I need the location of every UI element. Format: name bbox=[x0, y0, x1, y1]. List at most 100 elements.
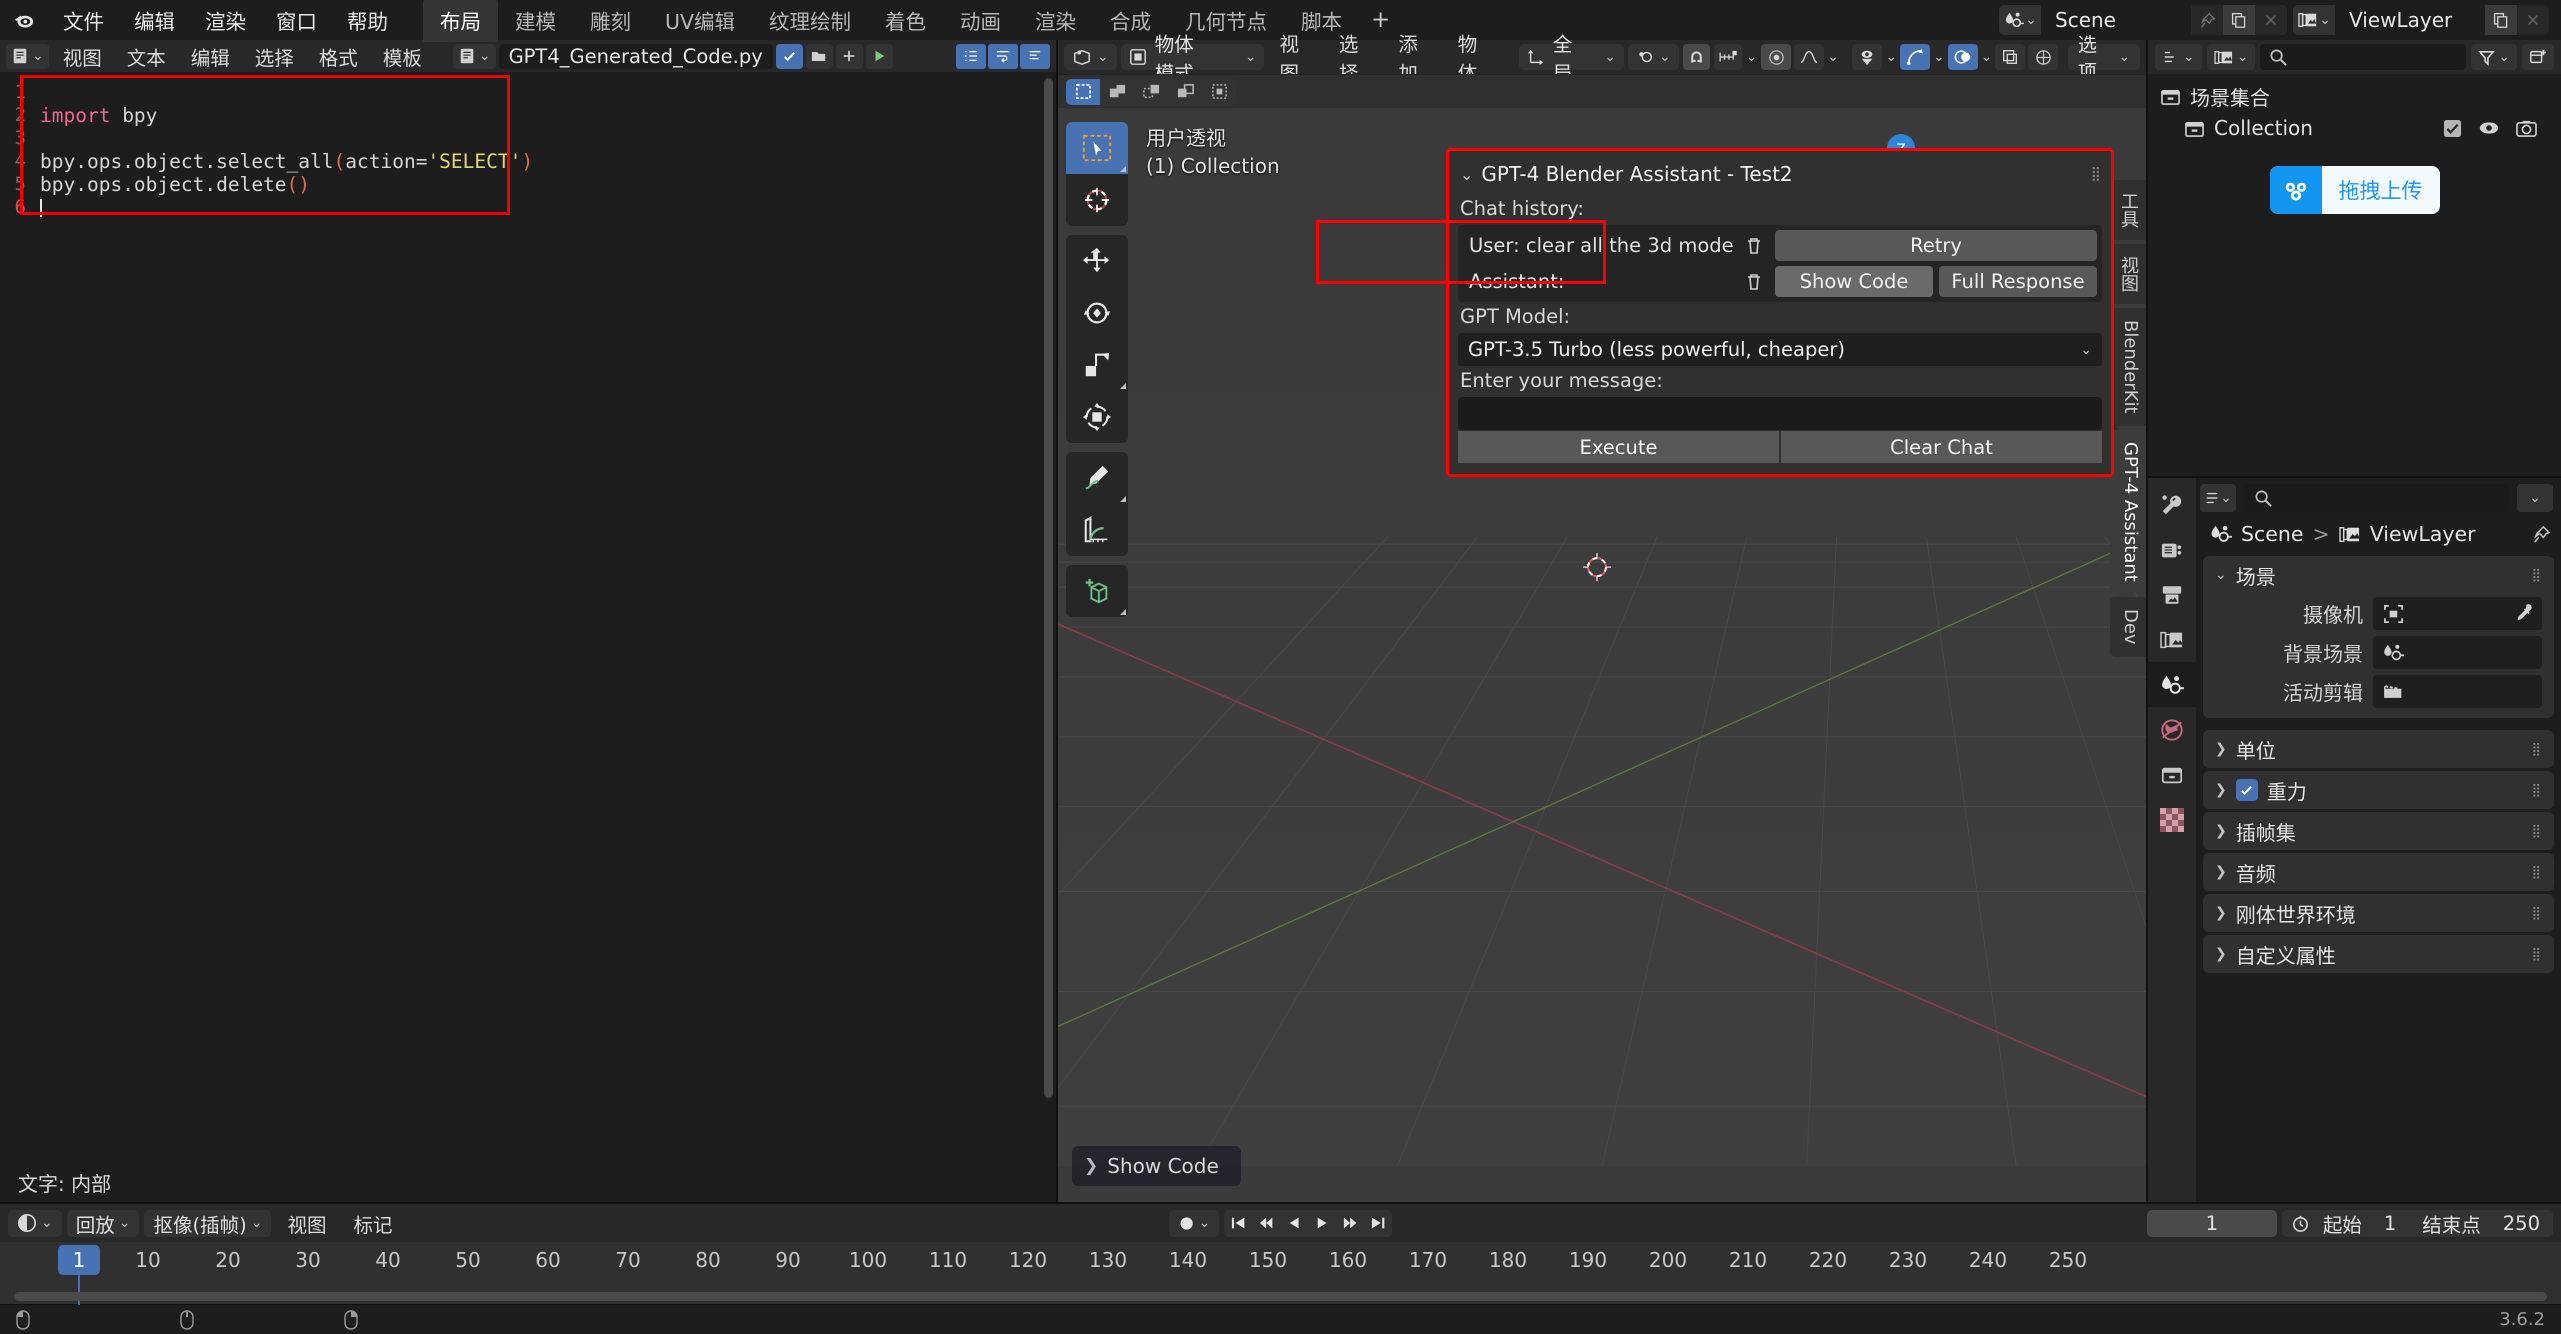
trash-icon[interactable] bbox=[1739, 272, 1769, 292]
text-menu-text[interactable]: 文本 bbox=[116, 39, 177, 74]
scene-data-icon[interactable]: ⌄ bbox=[1999, 5, 2041, 35]
add-cube-tool[interactable] bbox=[1066, 565, 1128, 617]
custom-properties-panel[interactable]: ❯ 自定义属性 ⣿ bbox=[2203, 935, 2554, 973]
menu-window[interactable]: 窗口 bbox=[261, 0, 332, 40]
grip-dots-icon[interactable]: ⣿ bbox=[2531, 906, 2542, 921]
transform-tool[interactable] bbox=[1066, 391, 1128, 443]
duplicate-icon[interactable] bbox=[2223, 5, 2255, 35]
scale-tool[interactable] bbox=[1066, 339, 1128, 391]
new-collection-icon[interactable] bbox=[2522, 44, 2554, 70]
pin-icon[interactable] bbox=[2532, 525, 2551, 544]
full-response-button[interactable]: Full Response bbox=[1939, 266, 2097, 297]
eye-icon[interactable] bbox=[2478, 120, 2500, 136]
select-invert-icon[interactable] bbox=[1168, 79, 1202, 105]
scene-name[interactable]: Scene bbox=[2041, 5, 2191, 35]
text-menu-edit[interactable]: 编辑 bbox=[180, 39, 241, 74]
view-layer-icon[interactable]: ⌄ bbox=[2293, 5, 2335, 35]
grip-dots-icon[interactable]: ⣿ bbox=[2531, 783, 2542, 798]
prev-keyframe-icon[interactable] bbox=[1252, 1210, 1280, 1237]
word-wrap-icon[interactable] bbox=[988, 43, 1018, 69]
timeline-ruler[interactable]: 1 10 20 30 40 50 60 70 80 90 100 110 120… bbox=[0, 1242, 2561, 1305]
gpt-panel-title-row[interactable]: ⌄ GPT-4 Blender Assistant - Test2 ⣿ bbox=[1458, 160, 2102, 194]
breadcrumb-viewlayer[interactable]: ViewLayer bbox=[2370, 522, 2476, 546]
select-box-icon[interactable] bbox=[1066, 78, 1100, 105]
interaction-mode-selector[interactable]: 物体模式 ⌄ bbox=[1120, 33, 1265, 85]
proportional-edit-icon[interactable] bbox=[1761, 44, 1792, 70]
syntax-highlight-icon[interactable] bbox=[1020, 43, 1050, 69]
editor-vertical-scrollbar[interactable] bbox=[1044, 78, 1053, 1098]
rotate-tool[interactable] bbox=[1066, 287, 1128, 339]
select-subtract-icon[interactable] bbox=[1134, 79, 1168, 105]
transform-orientation-selector[interactable]: 全局 ⌄ bbox=[1518, 33, 1624, 85]
outliner-display-icon[interactable]: ⌄ bbox=[2155, 44, 2202, 70]
retry-button[interactable]: Retry bbox=[1775, 230, 2097, 261]
workspace-tab-sculpting[interactable]: 雕刻 bbox=[573, 0, 648, 42]
select-extend-icon[interactable] bbox=[1100, 79, 1134, 105]
viewport-canvas[interactable]: 用户透视 (1) Collection Z Y X bbox=[1058, 108, 2146, 1202]
properties-search-input[interactable] bbox=[2244, 484, 2509, 512]
transform-orientation-icon[interactable] bbox=[1519, 44, 1553, 70]
gravity-panel-header[interactable]: ❯ 重力 ⣿ bbox=[2203, 771, 2554, 809]
code-text[interactable]: import bpy bpy.ops.object.select_all(act… bbox=[30, 72, 1056, 1162]
workspace-tab-modeling[interactable]: 建模 bbox=[498, 0, 573, 42]
chevron-down-icon[interactable]: ⌄ bbox=[1460, 165, 1473, 184]
outliner-row-scene-collection[interactable]: 场景集合 bbox=[2148, 80, 2561, 112]
gizmo-icon[interactable] bbox=[1900, 44, 1930, 70]
clear-chat-button[interactable]: Clear Chat bbox=[1781, 431, 2102, 463]
next-keyframe-icon[interactable] bbox=[1336, 1210, 1364, 1237]
grip-dots-icon[interactable]: ⣿ bbox=[2531, 824, 2542, 839]
pivot-point-icon[interactable]: ⌄ bbox=[1628, 44, 1679, 70]
sidebar-tab-tool[interactable]: 工具 bbox=[2110, 180, 2146, 240]
text-datablock-icon[interactable]: ⌄ bbox=[452, 43, 496, 69]
magnet-icon[interactable] bbox=[1682, 44, 1711, 70]
rigid-body-world-panel[interactable]: ❯ 刚体世界环境 ⣿ bbox=[2203, 894, 2554, 932]
editor-type-selector[interactable]: ⌄ bbox=[1064, 44, 1117, 70]
baidu-upload-button[interactable]: 拖拽上传 bbox=[2269, 166, 2440, 214]
keying-sets-panel-header[interactable]: ❯ 插帧集 ⣿ bbox=[2203, 812, 2554, 850]
properties-options-button[interactable]: ⌄ bbox=[2517, 484, 2553, 512]
pin-icon[interactable] bbox=[2191, 5, 2223, 35]
sidebar-tab-blenderkit[interactable]: BlenderKit bbox=[2110, 308, 2146, 426]
jump-start-icon[interactable] bbox=[1224, 1210, 1252, 1237]
trash-icon[interactable] bbox=[1739, 236, 1769, 256]
grip-dots-icon[interactable]: ⣿ bbox=[2531, 568, 2542, 583]
snap-increment-icon[interactable] bbox=[1714, 44, 1742, 70]
workspace-tab-rendering[interactable]: 渲染 bbox=[1018, 0, 1093, 42]
object-mode-icon[interactable] bbox=[1121, 44, 1155, 70]
execute-button[interactable]: Execute bbox=[1458, 431, 1779, 463]
scene-selector[interactable]: ⌄ Scene bbox=[1999, 5, 2287, 35]
text-menu-templates[interactable]: 模板 bbox=[372, 39, 433, 74]
show-code-panel[interactable]: ❯ Show Code bbox=[1072, 1146, 1241, 1186]
workspace-tab-uv-editing[interactable]: UV编辑 bbox=[648, 0, 752, 42]
viewlayer-selector[interactable]: ⌄ ViewLayer bbox=[2293, 5, 2549, 35]
view-layer-icon[interactable]: ⌄ bbox=[2206, 44, 2256, 70]
properties-tab-render[interactable] bbox=[2148, 527, 2196, 572]
pivot-point-selector[interactable]: ⌄ bbox=[1627, 44, 1679, 70]
audio-panel[interactable]: ❯ 音频 ⣿ bbox=[2203, 853, 2554, 891]
properties-editor-icon[interactable]: ⌄ bbox=[2200, 484, 2236, 512]
background-scene-field[interactable] bbox=[2373, 636, 2542, 669]
close-x-icon[interactable] bbox=[2255, 5, 2287, 35]
viewlayer-name[interactable]: ViewLayer bbox=[2335, 5, 2485, 35]
sidebar-tab-gpt4-assistant[interactable]: GPT-4 Assistant bbox=[2110, 429, 2146, 594]
new-file-icon[interactable] bbox=[835, 43, 863, 69]
text-menu-view[interactable]: 视图 bbox=[52, 39, 113, 74]
code-editor[interactable]: 1 2 3 4 5 6 import bpy bpy.ops.object.se… bbox=[0, 72, 1056, 1162]
timeline-editor-icon[interactable]: ⌄ bbox=[8, 1209, 62, 1237]
grip-dots-icon[interactable]: ⣿ bbox=[2531, 865, 2542, 880]
eyedropper-icon[interactable] bbox=[2513, 604, 2532, 623]
cursor-tool[interactable] bbox=[1066, 174, 1128, 226]
workspace-tab-layout[interactable]: 布局 bbox=[423, 0, 498, 42]
show-code-button[interactable]: Show Code bbox=[1775, 266, 1933, 297]
custom-properties-panel-header[interactable]: ❯ 自定义属性 ⣿ bbox=[2203, 935, 2554, 973]
use-preview-range-icon[interactable] bbox=[2282, 1214, 2310, 1233]
folder-open-icon[interactable] bbox=[805, 43, 833, 69]
workspace-tab-animation[interactable]: 动画 bbox=[943, 0, 1018, 42]
grip-dots-icon[interactable]: ⣿ bbox=[2531, 742, 2542, 757]
outliner-search-input[interactable] bbox=[2260, 44, 2467, 70]
properties-tab-scene[interactable] bbox=[2148, 662, 2196, 707]
play-icon[interactable] bbox=[1308, 1210, 1336, 1237]
workspace-tab-texture-paint[interactable]: 纹理绘制 bbox=[752, 0, 868, 42]
sidebar-tab-view[interactable]: 视图 bbox=[2110, 244, 2146, 304]
menu-render[interactable]: 渲染 bbox=[190, 0, 261, 40]
